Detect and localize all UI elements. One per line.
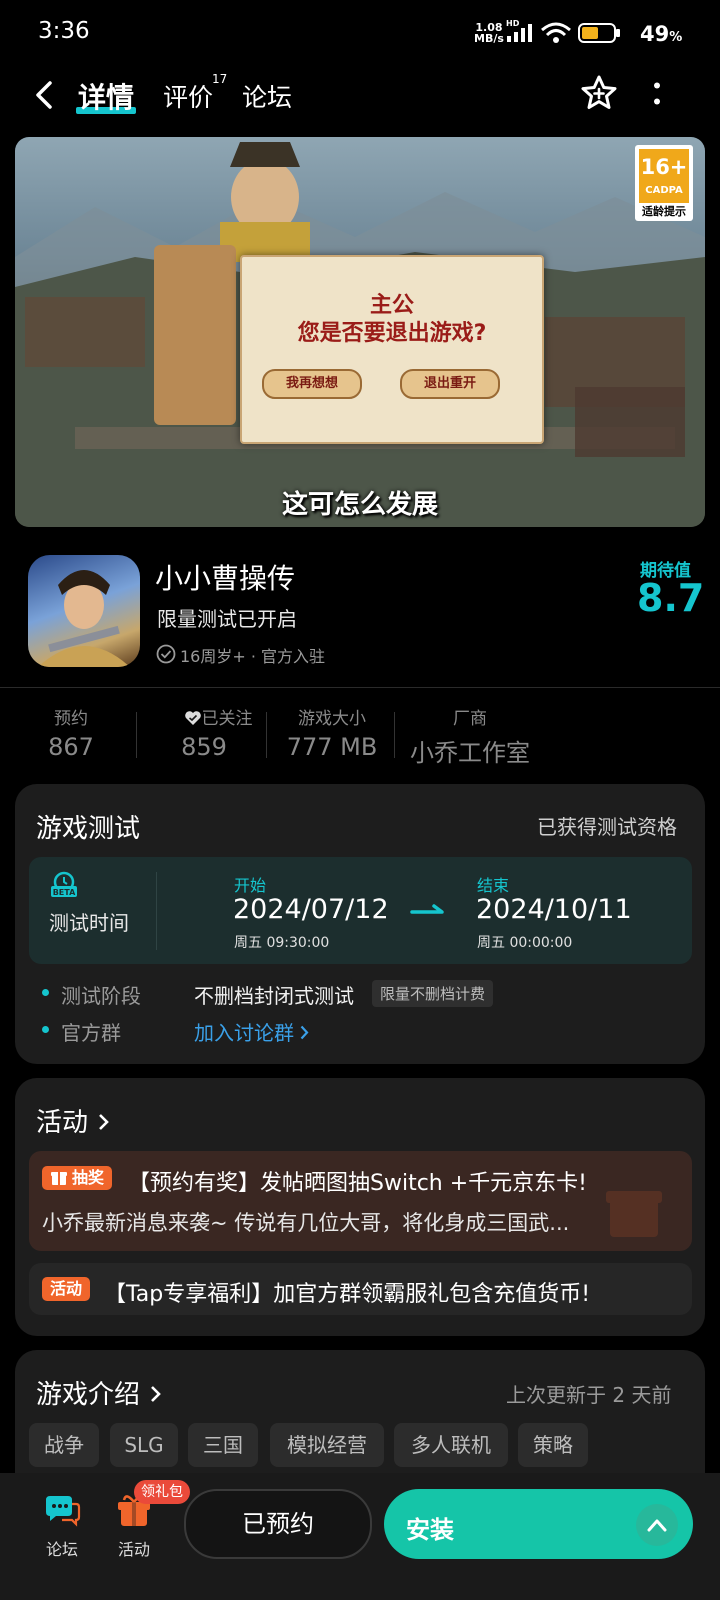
forum-label: 论坛 — [45, 1540, 78, 1559]
activities-title[interactable]: 活动 — [36, 1102, 109, 1139]
dialog-restart-button: 退出重开 — [400, 369, 500, 399]
intro-updated: 上次更新于 2 天前 — [506, 1383, 672, 1407]
tab-forum[interactable]: 论坛 — [242, 78, 292, 114]
test-stage-chip: 限量不删档计费 — [372, 980, 494, 1007]
app-subtitle: 限量测试已开启 — [157, 607, 297, 631]
lottery-tag-text: 抽奖 — [72, 1168, 105, 1187]
star-add-icon[interactable] — [580, 74, 618, 112]
genre-tag[interactable]: 策略 — [518, 1423, 588, 1467]
activity-title: 【Tap专享福利】加官方群领霸服礼包含充值货币! — [104, 1282, 591, 1307]
stat-separator — [136, 712, 137, 758]
more-icon[interactable] — [651, 82, 663, 106]
age-rating: 16+ — [640, 155, 688, 179]
genre-tag[interactable]: 三国 — [188, 1423, 258, 1467]
forum-icon — [38, 1494, 86, 1532]
battery-icon — [578, 22, 622, 44]
app-icon — [28, 555, 140, 667]
activities-title-text: 活动 — [36, 1108, 89, 1138]
end-date: 2024/10/11 — [476, 894, 632, 925]
verified-icon — [156, 644, 176, 664]
genre-tag[interactable]: 战争 — [29, 1423, 99, 1467]
end-time: 周五 00:00:00 — [477, 935, 573, 951]
review-count-badge: 17 — [212, 72, 228, 86]
start-date: 2024/07/12 — [233, 894, 389, 925]
age-rating-badge: 16+ CADPA 适龄提示 — [635, 145, 693, 221]
test-status: 已获得测试资格 — [537, 815, 677, 839]
activity-label: 活动 — [117, 1540, 150, 1559]
test-card-title: 游戏测试 — [36, 814, 141, 844]
bullet-dot — [42, 989, 49, 996]
chevron-right-icon — [150, 1380, 161, 1410]
heart-icon — [184, 710, 202, 731]
end-label: 结束 — [477, 876, 510, 895]
back-icon[interactable] — [34, 80, 56, 110]
activity-desc: 小乔最新消息来袭~ 传说有几位大哥，将化身成三国武... — [42, 1211, 570, 1235]
stat-reservations-label: 预约 — [54, 709, 88, 729]
stat-size-value: 777 MB — [286, 733, 378, 761]
genre-tag[interactable]: 多人联机 — [394, 1423, 508, 1467]
tab-reviews[interactable]: 评价 — [163, 78, 213, 114]
genre-tag[interactable]: SLG — [110, 1423, 178, 1467]
chevron-right-icon — [300, 1021, 309, 1045]
genre-tag[interactable]: 模拟经营 — [270, 1423, 384, 1467]
age-org: CADPA — [645, 185, 683, 196]
beta-icon: BETA — [50, 870, 78, 898]
test-time-label: 测试时间 — [49, 911, 129, 935]
stat-reservations-value: 867 — [48, 733, 94, 761]
gift-icon — [50, 1168, 68, 1193]
start-time: 周五 09:30:00 — [234, 935, 330, 951]
status-time: 3:36 — [38, 18, 90, 44]
wifi-icon — [540, 22, 572, 44]
signal-icon: HD — [506, 19, 534, 44]
battery-unit: % — [669, 30, 683, 45]
install-label: 安装 — [406, 1516, 454, 1544]
network-speed: 1.08 MB/s — [474, 22, 504, 44]
divider — [0, 687, 720, 688]
age-note: 适龄提示 — [642, 205, 686, 218]
bottom-forum-button[interactable]: 论坛 — [38, 1494, 86, 1560]
intro-title-text: 游戏介绍 — [36, 1380, 141, 1410]
network-type-label: HD — [506, 19, 520, 28]
beta-label: BETA — [53, 888, 76, 897]
dialog-think-button: 我再想想 — [262, 369, 362, 399]
chevron-right-icon — [98, 1108, 109, 1138]
arrow-right-icon — [410, 902, 446, 918]
hero-caption: 这可怎么发展 — [282, 490, 439, 520]
dialog-title-line2: 您是否要退出游戏? — [297, 321, 487, 346]
stat-separator — [266, 712, 267, 758]
test-stage-value: 不删档封闭式测试 — [194, 984, 354, 1008]
tab-details[interactable]: 详情 — [78, 76, 134, 116]
app-name: 小小曹操传 — [155, 562, 296, 595]
lottery-tag: 抽奖 — [42, 1166, 113, 1193]
reserved-button[interactable]: 已预约 — [184, 1489, 372, 1559]
intro-title[interactable]: 游戏介绍 — [36, 1374, 161, 1411]
test-stage-label: 测试阶段 — [61, 984, 141, 1008]
stat-separator — [394, 712, 395, 758]
stat-developer-value[interactable]: 小乔工作室 — [408, 733, 532, 768]
gift-pack-badge: 领礼包 — [134, 1480, 190, 1504]
stat-size-label: 游戏大小 — [298, 709, 366, 729]
bullet-dot — [42, 1026, 49, 1033]
stat-follow-value: 859 — [181, 733, 227, 761]
stat-follow-text: 已关注 — [201, 709, 253, 729]
activity-title: 【预约有奖】发帖晒图抽Switch +千元京东卡! — [128, 1171, 587, 1196]
activity-tag: 活动 — [42, 1277, 91, 1301]
scroll-decoration — [154, 245, 236, 425]
battery-value: 49 — [640, 22, 670, 46]
chevron-up-icon — [647, 1517, 667, 1536]
battery-percent: 49% — [640, 22, 682, 46]
app-meta: 16周岁+ · 官方入驻 — [180, 647, 326, 666]
start-label: 开始 — [234, 876, 267, 895]
official-group-label: 官方群 — [61, 1021, 121, 1045]
exit-dialog: 主公 您是否要退出游戏? 我再想想 退出重开 — [240, 255, 544, 444]
stat-follow-label[interactable]: 已关注 — [163, 704, 273, 731]
stat-developer-label: 厂商 — [453, 709, 487, 729]
expectation-value: 8.7 — [637, 576, 705, 620]
join-group-text: 加入讨论群 — [194, 1021, 294, 1045]
join-group-link[interactable]: 加入讨论群 — [194, 1017, 309, 1046]
net-speed-unit: MB/s — [474, 32, 504, 45]
test-time-separator — [156, 872, 157, 950]
expand-button[interactable] — [636, 1504, 678, 1546]
